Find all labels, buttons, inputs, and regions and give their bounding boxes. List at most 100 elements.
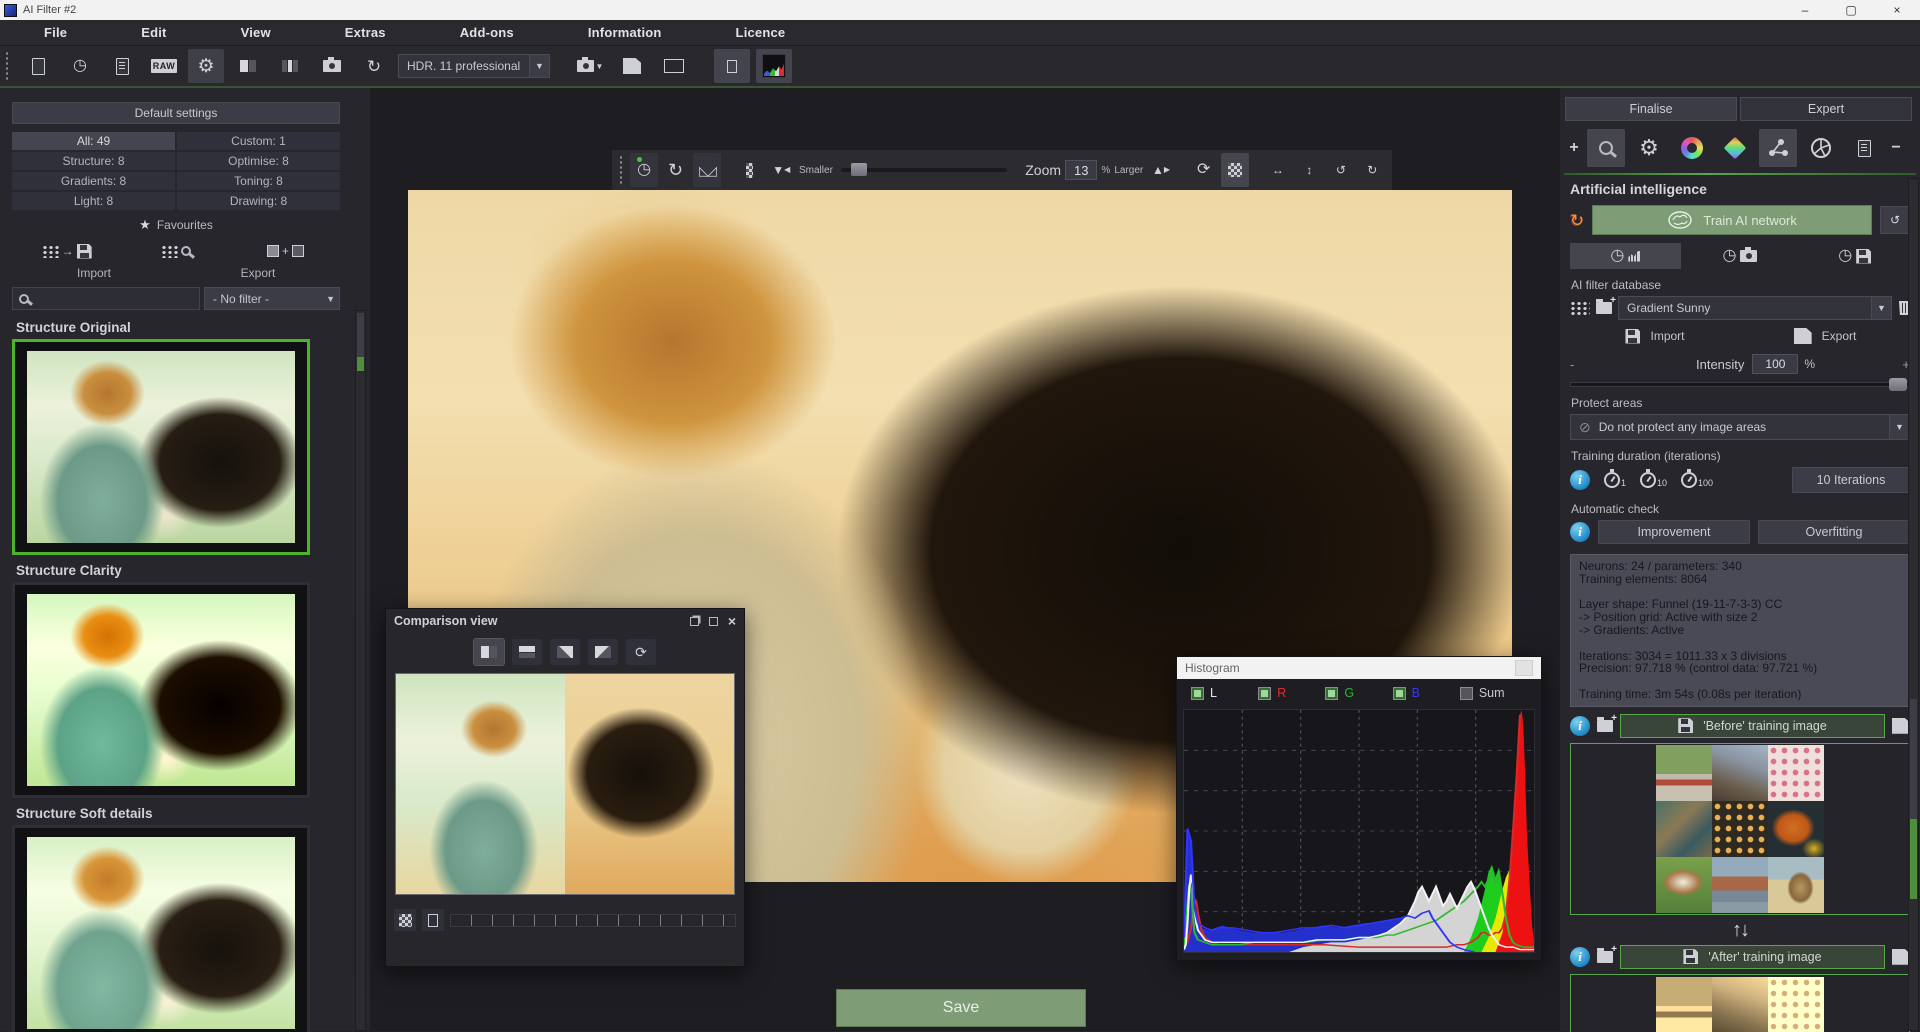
zoom-out-step-button[interactable]: ▼◀ [768, 153, 795, 187]
before-training-image-button[interactable]: 'Before' training image [1620, 714, 1885, 738]
channel-b-checkbox[interactable] [1393, 687, 1406, 700]
histogram-close-icon[interactable] [1515, 660, 1533, 676]
export-presets-button[interactable]: + [231, 245, 340, 257]
db-dropdown[interactable]: Gradient Sunny ▼ [1618, 296, 1892, 320]
channel-r-checkbox[interactable] [1258, 687, 1271, 700]
histogram-title-bar[interactable]: Histogram [1177, 657, 1541, 679]
save-button[interactable]: Save [836, 989, 1086, 1027]
menu-edit[interactable]: Edit [141, 25, 166, 40]
preset-dropdown[interactable]: HDR. 11 professional ▼ [398, 54, 550, 78]
close-button[interactable]: × [1874, 0, 1920, 20]
intensity-minus[interactable]: - [1570, 357, 1584, 372]
preset-browser-button[interactable] [121, 245, 230, 258]
divider-toggle-button[interactable] [422, 909, 444, 931]
expand-all-button[interactable]: + [1566, 139, 1582, 157]
swap-images-button[interactable]: ↑↓ [1570, 919, 1910, 942]
add-database-icon[interactable] [1596, 302, 1612, 314]
close-icon[interactable]: × [728, 613, 736, 629]
zoom-in-step-button[interactable]: ▲▶ [1147, 153, 1174, 187]
iterations-100-button[interactable]: 100 [1681, 472, 1713, 488]
after-training-image-button[interactable]: 'After' training image [1620, 945, 1885, 969]
training-save-button[interactable]: ◷ [1799, 243, 1910, 269]
channel-sum-checkbox[interactable] [1460, 687, 1473, 700]
export-file-button[interactable] [614, 49, 650, 83]
rotate-left-button[interactable]: ↺ [1327, 153, 1354, 187]
category-optimise[interactable]: Optimise: 8 [177, 152, 340, 170]
split-diagonal-button[interactable] [550, 639, 580, 665]
ai-panel-scrollbar[interactable] [1908, 178, 1919, 1031]
split-horizontal-button[interactable] [512, 639, 542, 665]
database-grid-icon[interactable] [1570, 301, 1590, 316]
protect-dropdown[interactable]: ⊘ Do not protect any image areas ▼ [1570, 414, 1910, 440]
category-light[interactable]: Light: 8 [12, 192, 175, 210]
export-to-plugin-button[interactable]: ▼ [572, 49, 608, 83]
zoom-value-input[interactable]: 13 [1065, 160, 1097, 180]
preset-thumbnail[interactable] [12, 825, 310, 1032]
category-custom[interactable]: Custom: 1 [177, 132, 340, 150]
rotate-canvas-button[interactable]: ⟳ [1190, 153, 1217, 187]
iterations-10-button[interactable]: 10 [1640, 472, 1667, 488]
category-structure[interactable]: Structure: 8 [12, 152, 175, 170]
train-ai-network-button[interactable]: Train AI network [1592, 205, 1872, 235]
preset-list-scrollbar[interactable] [355, 310, 366, 1031]
auto-preview-button[interactable]: ◷ [630, 153, 657, 187]
channel-g-checkbox[interactable] [1325, 687, 1338, 700]
menu-view[interactable]: View [241, 25, 271, 40]
tab-expert[interactable]: Expert [1740, 97, 1912, 121]
maximize-icon[interactable] [709, 617, 718, 626]
menu-extras[interactable]: Extras [345, 25, 386, 40]
raw-develop-button[interactable]: RAW [146, 49, 182, 83]
rotate-right-button[interactable]: ↻ [1359, 153, 1386, 187]
import-presets-button[interactable]: → [12, 244, 121, 259]
chevron-down-icon[interactable]: ▼ [1889, 415, 1909, 439]
before-training-thumbnail[interactable] [1570, 743, 1910, 915]
category-toning[interactable]: Toning: 8 [177, 172, 340, 190]
fit-width-button[interactable]: ↔ [1264, 153, 1291, 187]
new-image-button[interactable] [20, 49, 56, 83]
dither-button[interactable] [736, 153, 763, 187]
iterations-count-button[interactable]: 10 Iterations [1792, 467, 1910, 493]
retrain-sync-icon[interactable]: ↻ [1570, 212, 1584, 229]
tab-finalise[interactable]: Finalise [1565, 97, 1737, 121]
optics-button[interactable] [1802, 129, 1840, 167]
split-view-button[interactable] [230, 49, 266, 83]
add-image-icon[interactable] [1597, 720, 1613, 732]
menu-licence[interactable]: Licence [736, 25, 786, 40]
menu-addons[interactable]: Add-ons [460, 25, 514, 40]
background-toggle-button[interactable] [394, 909, 416, 931]
report-button[interactable] [1845, 129, 1883, 167]
histogram-toggle-button[interactable] [756, 49, 792, 83]
settings-button[interactable]: ⚙ [188, 49, 224, 83]
overfitting-button[interactable]: Overfitting [1758, 520, 1910, 544]
improvement-button[interactable]: Improvement [1598, 520, 1750, 544]
zoom-toolbar-drag-handle[interactable] [618, 155, 622, 185]
crop-button[interactable] [1221, 153, 1248, 187]
preset-search[interactable] [12, 287, 200, 310]
fit-height-button[interactable]: ↕ [1296, 153, 1323, 187]
default-settings-button[interactable]: Default settings [12, 102, 340, 124]
intensity-slider-knob[interactable] [1889, 378, 1907, 391]
zoom-slider-knob[interactable] [851, 163, 867, 176]
chevron-down-icon[interactable]: ▼ [1871, 297, 1891, 319]
menu-file[interactable]: File [44, 25, 67, 40]
comparison-title-bar[interactable]: Comparison view × [386, 609, 744, 633]
preset-thumbnail[interactable] [12, 582, 310, 798]
after-training-thumbnail[interactable] [1570, 974, 1910, 1032]
split-diagonal2-button[interactable] [588, 639, 618, 665]
auto-settings-button[interactable]: ⚙ [1630, 129, 1668, 167]
ai-network-button[interactable] [1759, 129, 1797, 167]
copy-settings-button[interactable] [104, 49, 140, 83]
print-button[interactable] [314, 49, 350, 83]
category-drawing[interactable]: Drawing: 8 [177, 192, 340, 210]
favourites-filter[interactable]: ★ Favourites [12, 216, 340, 234]
compare-refresh-button[interactable]: ⟳ [626, 639, 656, 665]
double-view-button[interactable] [272, 49, 308, 83]
split-vertical-button[interactable] [474, 639, 504, 665]
training-snapshot-button[interactable]: ◷ [1685, 243, 1796, 269]
filter-dropdown[interactable]: - No filter - ▼ [204, 287, 340, 310]
iterations-1-button[interactable]: 1 [1604, 472, 1626, 488]
toolbar-drag-handle[interactable] [4, 51, 10, 81]
menu-information[interactable]: Information [588, 25, 662, 40]
restore-icon[interactable] [690, 617, 699, 626]
projector-button[interactable] [656, 49, 692, 83]
